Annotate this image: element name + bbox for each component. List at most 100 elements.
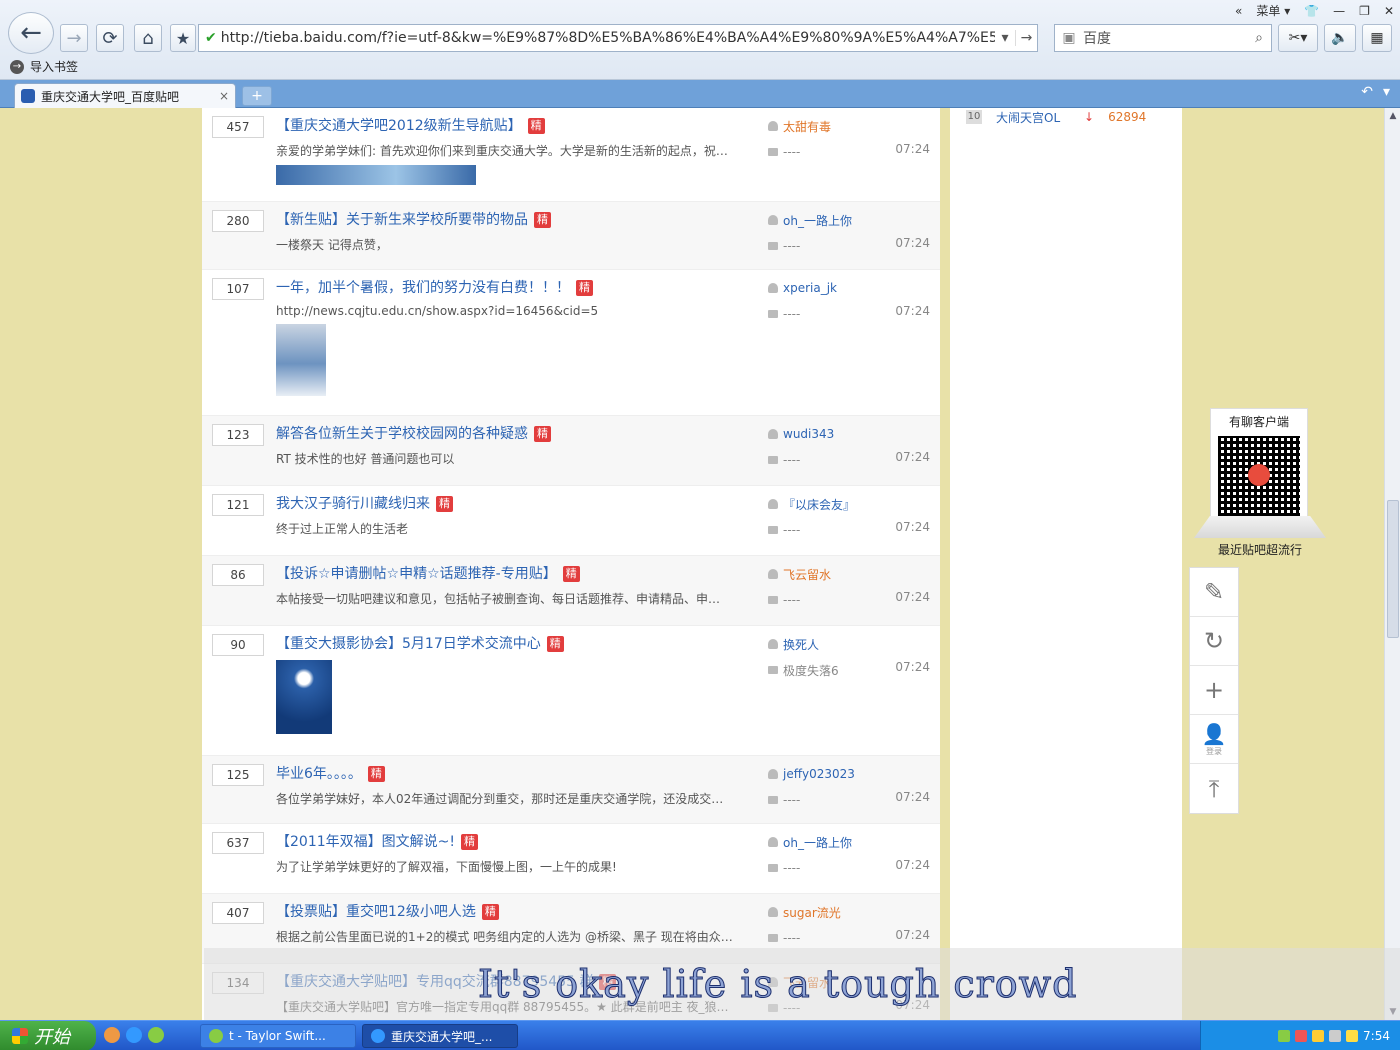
search-box[interactable]: ▣ 百度 ⌕: [1054, 24, 1272, 52]
tray-shield-icon[interactable]: [1346, 1030, 1359, 1042]
extension-button[interactable]: ▦: [1362, 24, 1392, 52]
thread-title-text[interactable]: 我大汉子骑行川藏线归来: [276, 494, 430, 514]
author-name[interactable]: 『以床会友』: [783, 496, 855, 513]
rank-name[interactable]: 大闹天宫OL: [996, 109, 1070, 126]
reload-button[interactable]: ⟳: [96, 24, 124, 52]
url-text[interactable]: http://tieba.baidu.com/f?ie=utf-8&kw=%E9…: [221, 30, 995, 46]
author-name[interactable]: sugar流光: [783, 904, 841, 921]
thread-row[interactable]: 107 一年，加半个暑假，我们的努力没有白费！！！ 精 http://news.cqj…: [202, 270, 940, 416]
last-reply-name[interactable]: ----: [783, 931, 800, 945]
thread-author[interactable]: 太甜有毒: [768, 116, 930, 136]
page-scrollbar[interactable]: ▲ ▼: [1384, 108, 1400, 1020]
author-name[interactable]: xperia_jk: [783, 281, 837, 295]
tab-close-icon[interactable]: ×: [219, 89, 229, 103]
go-arrow-icon[interactable]: →: [1015, 30, 1037, 46]
minimize-button[interactable]: —: [1333, 4, 1345, 18]
import-bookmarks-label[interactable]: 导入书签: [30, 58, 78, 75]
back-button[interactable]: ←: [8, 12, 54, 54]
firefox-icon[interactable]: [104, 1027, 120, 1043]
home-button[interactable]: ⌂: [134, 24, 162, 52]
last-reply-name[interactable]: 极度失落6: [783, 662, 839, 679]
last-reply-name[interactable]: ----: [783, 861, 800, 875]
author-name[interactable]: oh_一路上你: [783, 834, 852, 851]
thread-row[interactable]: 637 【2011年双福】图文解说~! 精为了让学弟学妹更好的了解双福，下面慢慢上图…: [202, 824, 940, 894]
back-to-top-button[interactable]: ⤒: [1190, 764, 1238, 813]
thread-row[interactable]: 457 【重庆交通大学吧2012级新生导航贴】精亲爱的学弟学妹们: 首先欢迎你们来…: [202, 108, 940, 202]
thread-title-text[interactable]: 一年，加半个暑假，我们的努力没有白费！！！: [276, 278, 570, 298]
rank-row[interactable]: 10 大闹天宫OL ↓ 62894: [950, 108, 1182, 126]
restore-button[interactable]: ❐: [1359, 4, 1370, 18]
chevron-down-icon[interactable]: ▾: [995, 30, 1015, 46]
author-name[interactable]: oh_一路上你: [783, 212, 852, 229]
thread-title-text[interactable]: 毕业6年。。。。: [276, 764, 362, 784]
thread-title-text[interactable]: 【新生贴】关于新生来学校所要带的物品: [276, 210, 528, 230]
compose-button[interactable]: ✎: [1190, 568, 1238, 617]
thread-author[interactable]: wudi343: [768, 424, 930, 444]
thread-author[interactable]: 换死人: [768, 634, 930, 654]
search-engine-icon[interactable]: ▣: [1055, 30, 1083, 46]
volume-button[interactable]: 🔈: [1324, 24, 1356, 52]
last-reply-name[interactable]: ----: [783, 523, 800, 537]
favorite-button[interactable]: ★: [170, 24, 196, 52]
task-browser[interactable]: 重庆交通大学吧_...: [362, 1024, 518, 1048]
author-name[interactable]: 飞云留水: [783, 566, 831, 583]
menu-button[interactable]: 菜单 ▾: [1256, 2, 1290, 19]
last-reply-name[interactable]: ----: [783, 453, 800, 467]
thread-author[interactable]: xperia_jk: [768, 278, 930, 298]
task-music[interactable]: t - Taylor Swift...: [200, 1024, 356, 1048]
undo-close-icon[interactable]: ↶: [1361, 84, 1373, 100]
qr-panel[interactable]: 有聊客户端: [1210, 408, 1308, 530]
thumbnail-image[interactable]: [276, 324, 326, 396]
thread-title-text[interactable]: 解答各位新生关于学校校园网的各种疑惑: [276, 424, 528, 444]
thread-author[interactable]: oh_一路上你: [768, 210, 930, 230]
ie-icon[interactable]: [126, 1027, 142, 1043]
thread-author[interactable]: jeffy023023: [768, 764, 930, 784]
tray-volume-icon[interactable]: [1295, 1030, 1308, 1042]
new-tab-button[interactable]: +: [242, 86, 272, 106]
author-name[interactable]: jeffy023023: [783, 767, 855, 781]
thread-title-text[interactable]: 【重庆交通大学吧2012级新生导航贴】: [276, 116, 522, 136]
close-button[interactable]: ✕: [1384, 4, 1394, 18]
search-input[interactable]: 百度: [1083, 28, 1247, 48]
tray-app-icon[interactable]: [1278, 1030, 1291, 1042]
thread-row[interactable]: 123 解答各位新生关于学校校园网的各种疑惑精 RT 技术性的也好 普通问题也可以 w…: [202, 416, 940, 486]
tray-qq-icon[interactable]: [1312, 1030, 1325, 1042]
thread-row[interactable]: 90 【重交大摄影协会】5月17日学术交流中心精 换死人 极度失落6 07:24: [202, 626, 940, 756]
thread-title-text[interactable]: 【投诉☆申请删帖☆申精☆话题推荐-专用贴】: [276, 564, 557, 584]
forward-button[interactable]: →: [60, 24, 88, 52]
thread-author[interactable]: oh_一路上你: [768, 832, 930, 852]
address-bar[interactable]: ✔ http://tieba.baidu.com/f?ie=utf-8&kw=%…: [198, 24, 1038, 52]
thread-title-text[interactable]: 【重交大摄影协会】5月17日学术交流中心: [276, 634, 541, 654]
thread-title-text[interactable]: 【投票贴】重交吧12级小吧人选: [276, 902, 476, 922]
last-reply-name[interactable]: ----: [783, 793, 800, 807]
thread-author[interactable]: sugar流光: [768, 902, 930, 922]
last-reply-name[interactable]: ----: [783, 145, 800, 159]
author-name[interactable]: wudi343: [783, 427, 834, 441]
tab-tieba[interactable]: 重庆交通大学吧_百度贴吧 ×: [14, 83, 236, 108]
poster-image[interactable]: [276, 660, 332, 734]
scroll-up-icon[interactable]: ▲: [1385, 108, 1400, 124]
login-button[interactable]: 👤 登录: [1190, 715, 1238, 764]
thread-row[interactable]: 125 毕业6年。。。。精各位学弟学妹好，本人02年通过调配分到重交，那时还是重庆…: [202, 756, 940, 824]
bookmarks-bar[interactable]: → 导入书签: [10, 58, 78, 75]
collapse-icon[interactable]: «: [1235, 4, 1242, 18]
last-reply-name[interactable]: ----: [783, 307, 800, 321]
start-button[interactable]: 开始: [0, 1021, 96, 1050]
thread-title-text[interactable]: 【2011年双福】图文解说~!: [276, 832, 455, 852]
refresh-button[interactable]: ↻: [1190, 617, 1238, 666]
thread-row[interactable]: 121 我大汉子骑行川藏线归来精终于过上正常人的生活老 『以床会友』 ---- 07:2…: [202, 486, 940, 556]
search-icon[interactable]: ⌕: [1247, 30, 1271, 46]
thread-row[interactable]: 280 【新生贴】关于新生来学校所要带的物品精一楼祭天 记得点赞， oh_一路上你 -…: [202, 202, 940, 270]
skin-icon[interactable]: 👕: [1304, 4, 1319, 18]
last-reply-name[interactable]: ----: [783, 239, 800, 253]
banner-image[interactable]: [276, 165, 476, 185]
thread-row[interactable]: 86 【投诉☆申请删帖☆申精☆话题推荐-专用贴】精本帖接受一切贴吧建议和意见，包括…: [202, 556, 940, 626]
browser-icon[interactable]: [148, 1027, 164, 1043]
tab-list-icon[interactable]: ▾: [1383, 84, 1390, 100]
thread-author[interactable]: 飞云留水: [768, 564, 930, 584]
author-name[interactable]: 太甜有毒: [783, 118, 831, 135]
last-reply-name[interactable]: ----: [783, 593, 800, 607]
thread-author[interactable]: 『以床会友』: [768, 494, 930, 514]
author-name[interactable]: 换死人: [783, 636, 819, 653]
scissors-button[interactable]: ✂▾: [1278, 24, 1318, 52]
